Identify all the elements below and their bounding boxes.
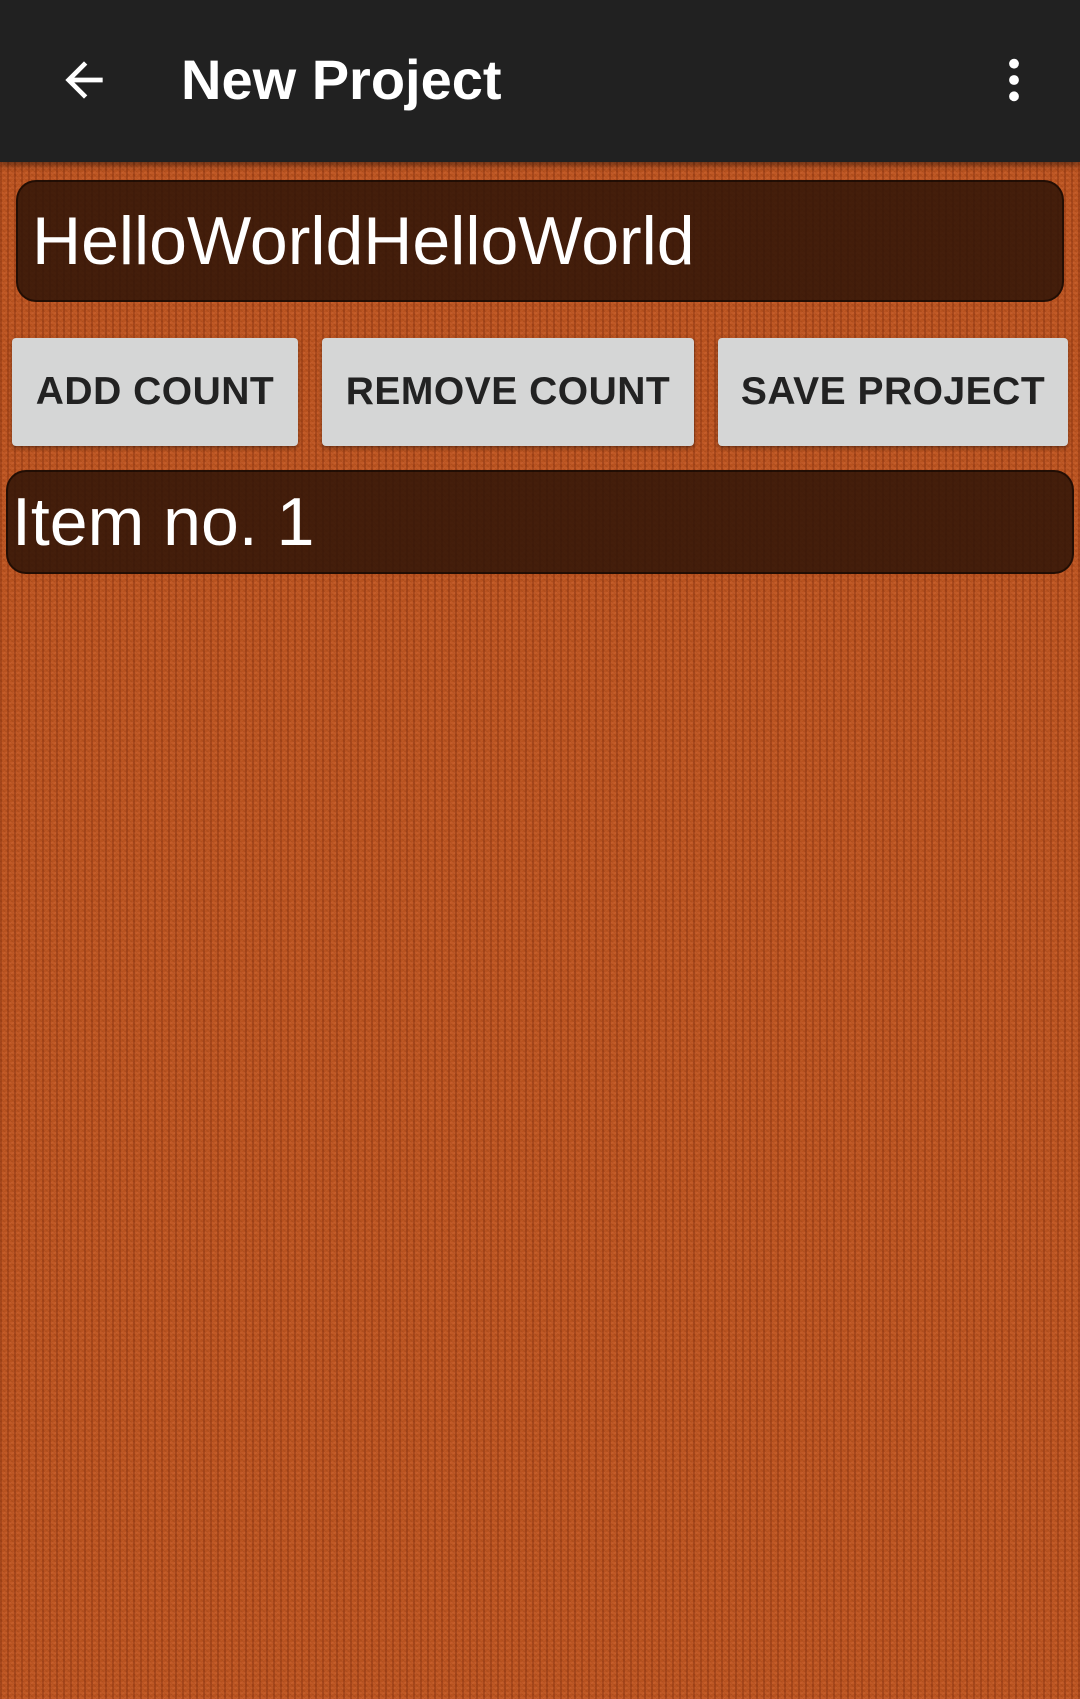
list-item-label: Item no. 1 [12,484,315,560]
app-bar: New Project [0,0,1080,162]
page-title: New Project [181,48,502,111]
remove-count-button[interactable]: REMOVE COUNT [322,338,694,446]
save-project-button[interactable]: SAVE PROJECT [718,338,1068,446]
overflow-menu-button[interactable] [978,44,1050,116]
add-count-button[interactable]: ADD COUNT [12,338,298,446]
more-vertical-icon [1009,58,1019,102]
project-name-input[interactable] [16,180,1064,302]
back-button[interactable] [48,44,120,116]
arrow-back-icon [65,61,103,99]
list-item[interactable]: Item no. 1 [6,470,1074,574]
